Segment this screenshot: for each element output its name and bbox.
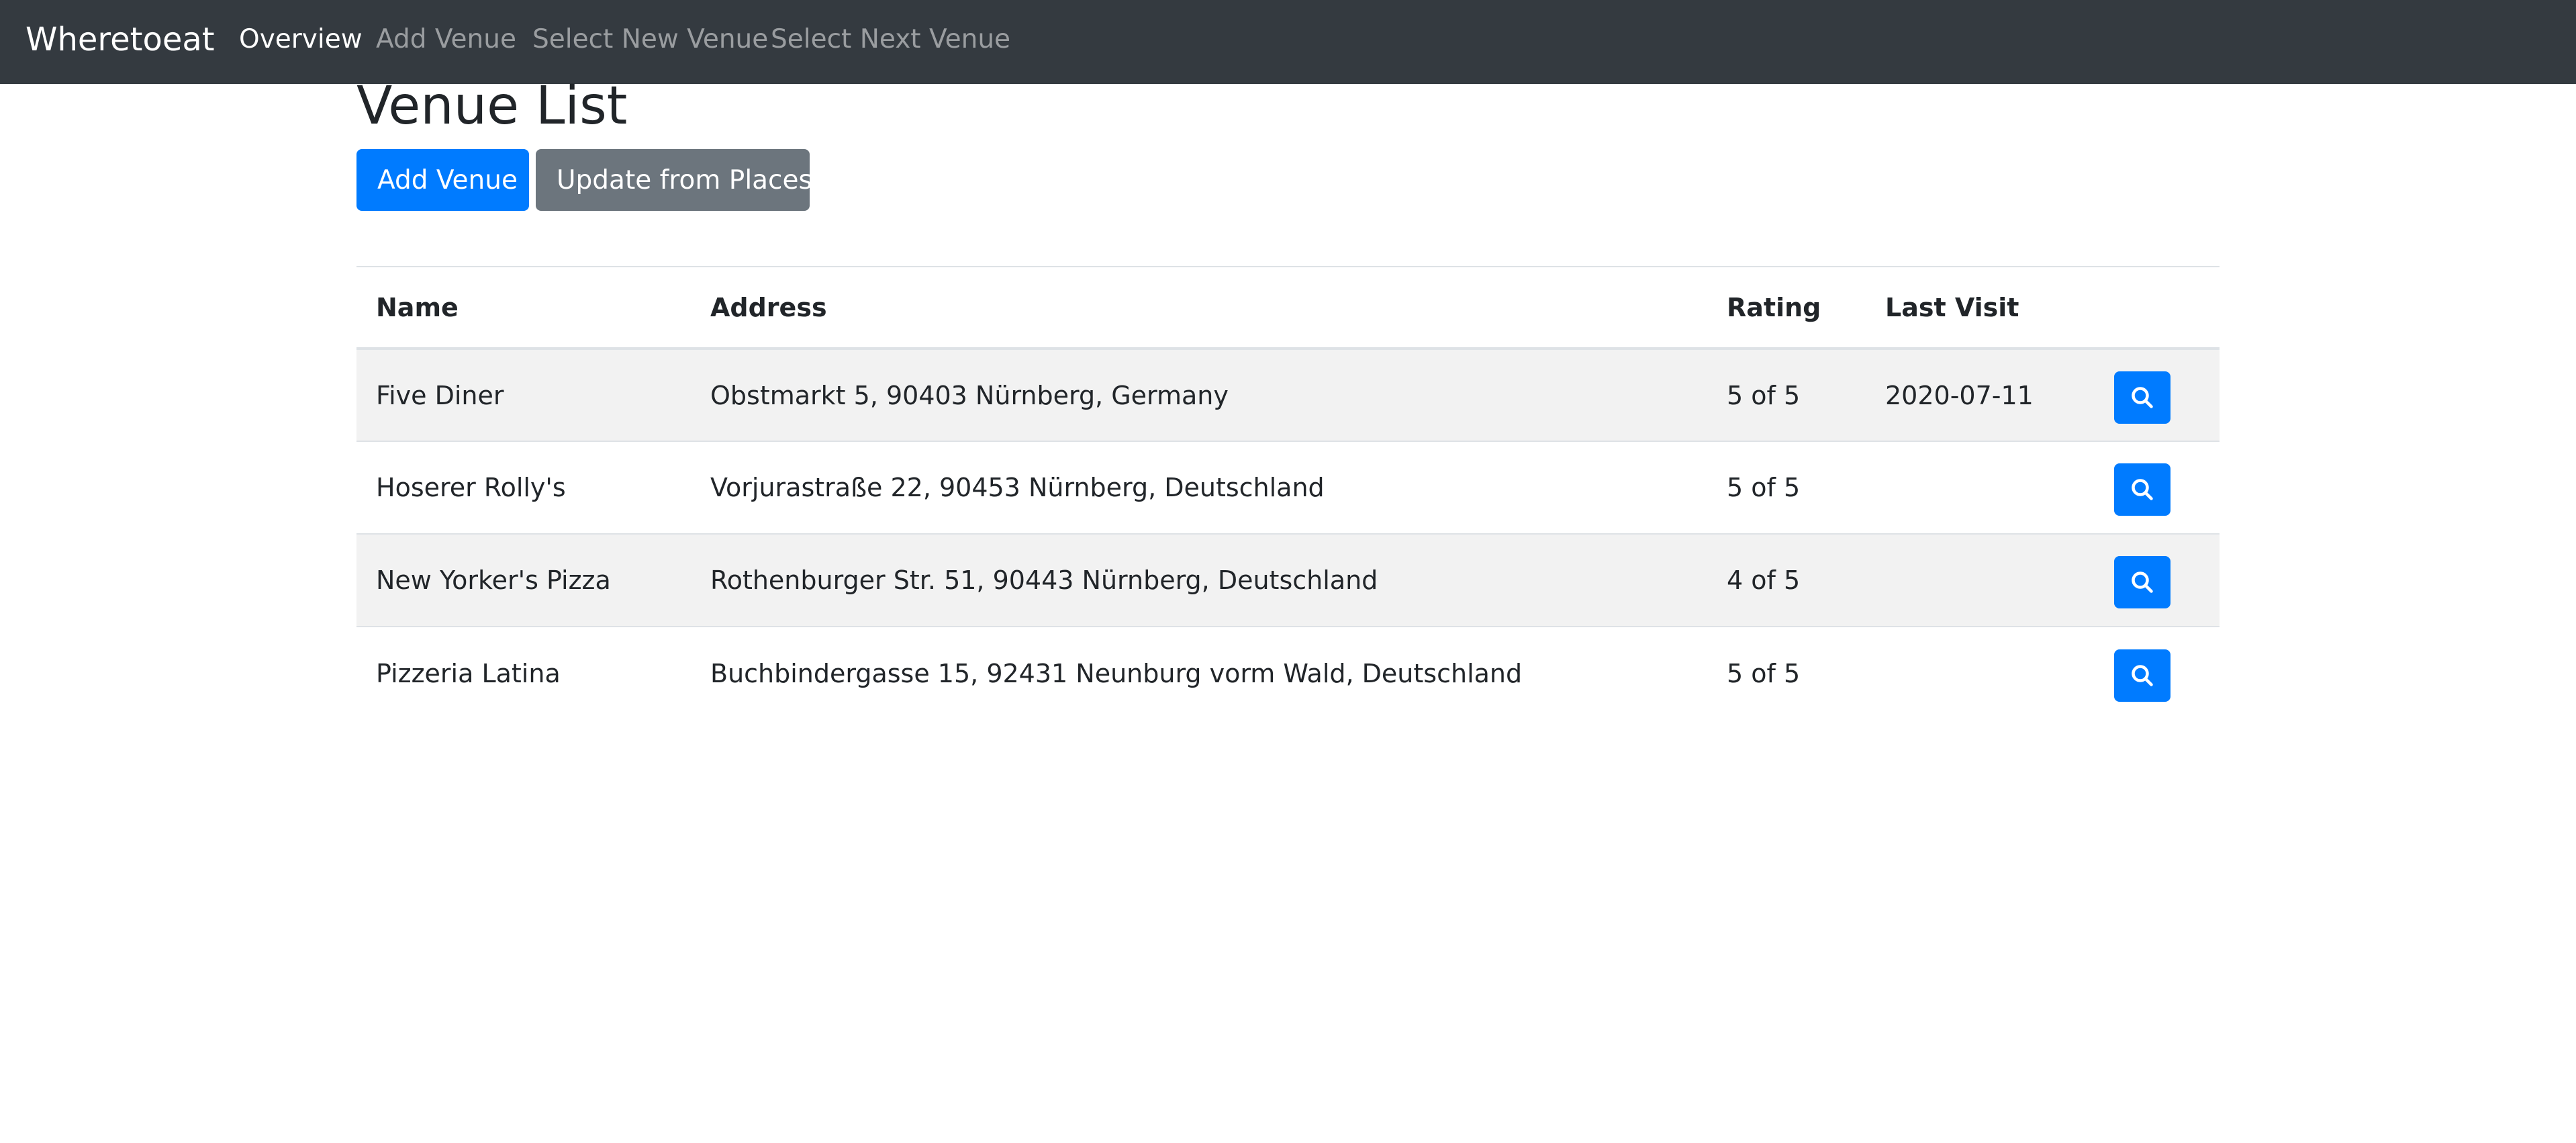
column-header-actions xyxy=(2095,266,2220,350)
column-header-name[interactable]: Name xyxy=(356,266,691,350)
venue-address: Vorjurastraße 22, 90453 Nürnberg, Deutsc… xyxy=(691,441,1707,534)
nav-link-select-new-venue[interactable]: Select New Venue xyxy=(532,23,768,56)
table-row: Pizzeria Latina Buchbindergasse 15, 9243… xyxy=(356,626,2220,719)
venue-rating: 5 of 5 xyxy=(1707,348,1866,441)
brand-link[interactable]: Wheretoeat xyxy=(26,19,215,60)
update-from-places-button[interactable]: Update from Places xyxy=(536,149,812,211)
venue-actions xyxy=(2095,348,2220,441)
table-header-row: Name Address Rating Last Visit xyxy=(356,266,2220,350)
nav-link-select-next-venue[interactable]: Select Next Venue xyxy=(771,23,1010,56)
search-icon xyxy=(2132,572,2153,593)
venue-table: Name Address Rating Last Visit Five Dine… xyxy=(356,266,2220,719)
nav-link-overview[interactable]: Overview xyxy=(239,23,363,56)
venue-actions xyxy=(2095,441,2220,534)
venue-rating: 5 of 5 xyxy=(1707,441,1866,534)
venue-name: Hoserer Rolly's xyxy=(356,441,691,534)
column-header-last-visit[interactable]: Last Visit xyxy=(1866,266,2095,350)
search-icon xyxy=(2132,386,2153,408)
venue-name: Five Diner xyxy=(356,348,691,441)
column-header-rating[interactable]: Rating xyxy=(1707,266,1866,350)
page-title: Venue List xyxy=(356,76,628,136)
venue-actions xyxy=(2095,626,2220,719)
top-navbar: Wheretoeat Overview Add Venue Select New… xyxy=(0,0,2576,84)
table-body: Five Diner Obstmarkt 5, 90403 Nürnberg, … xyxy=(356,348,2220,719)
venue-last-visit: 2020-07-11 xyxy=(1866,348,2095,441)
nav-link-add-venue[interactable]: Add Venue xyxy=(376,23,516,56)
venue-rating: 5 of 5 xyxy=(1707,626,1866,719)
search-icon xyxy=(2132,479,2153,500)
venue-address: Obstmarkt 5, 90403 Nürnberg, Germany xyxy=(691,348,1707,441)
venue-last-visit xyxy=(1866,441,2095,534)
search-icon xyxy=(2132,664,2153,686)
table-row: New Yorker's Pizza Rothenburger Str. 51,… xyxy=(356,533,2220,627)
view-venue-button[interactable] xyxy=(2114,463,2170,516)
venue-name: New Yorker's Pizza xyxy=(356,533,691,627)
table-row: Hoserer Rolly's Vorjurastraße 22, 90453 … xyxy=(356,441,2220,534)
view-venue-button[interactable] xyxy=(2114,649,2170,702)
venue-last-visit xyxy=(1866,533,2095,627)
venue-rating: 4 of 5 xyxy=(1707,533,1866,627)
table-row: Five Diner Obstmarkt 5, 90403 Nürnberg, … xyxy=(356,348,2220,441)
view-venue-button[interactable] xyxy=(2114,371,2170,424)
venue-last-visit xyxy=(1866,626,2095,719)
venue-actions xyxy=(2095,533,2220,627)
venue-name: Pizzeria Latina xyxy=(356,626,691,719)
venue-address: Rothenburger Str. 51, 90443 Nürnberg, De… xyxy=(691,533,1707,627)
column-header-address[interactable]: Address xyxy=(691,266,1707,350)
table-header: Name Address Rating Last Visit xyxy=(356,266,2220,350)
view-venue-button[interactable] xyxy=(2114,556,2170,608)
venue-address: Buchbindergasse 15, 92431 Neunburg vorm … xyxy=(691,626,1707,719)
add-venue-button[interactable]: Add Venue xyxy=(356,149,529,211)
